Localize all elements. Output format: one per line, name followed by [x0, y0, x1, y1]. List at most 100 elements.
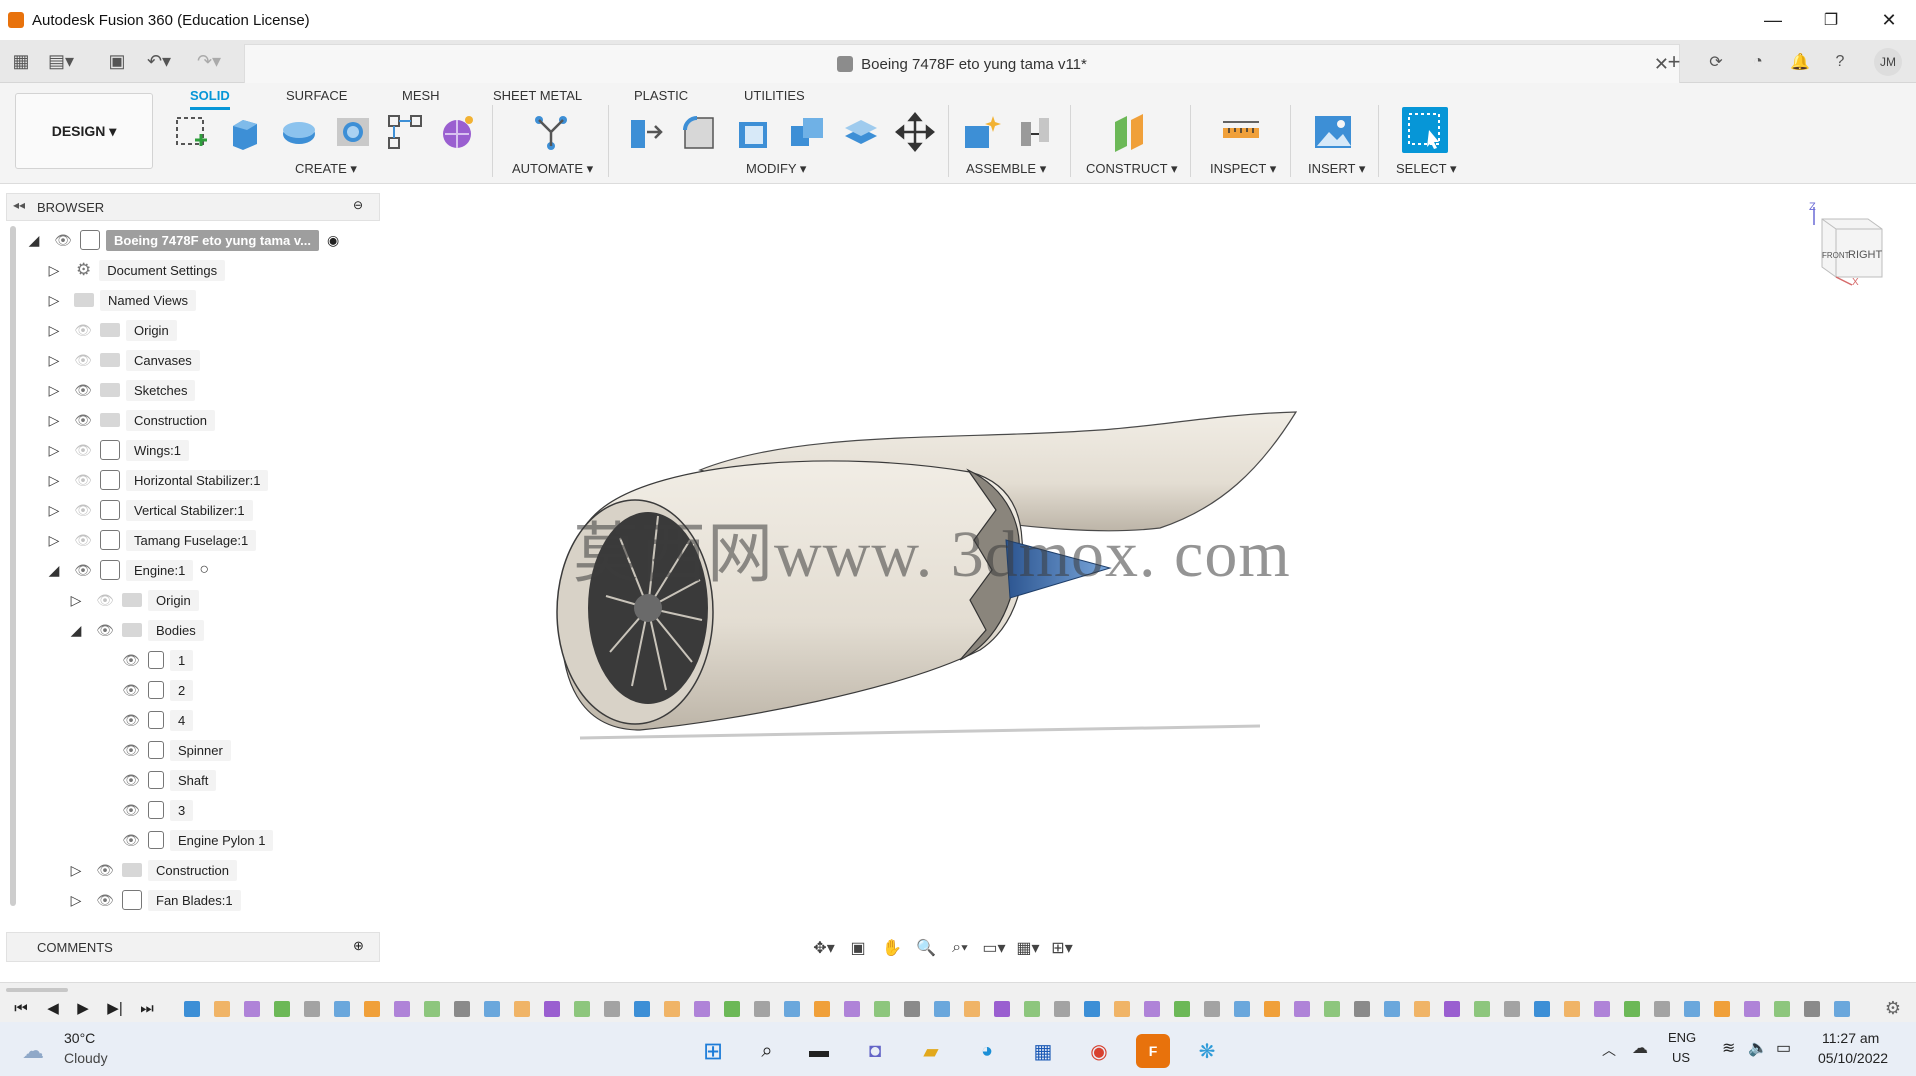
shell-icon[interactable]: [732, 111, 774, 153]
tree-item-vertical-stabilizer[interactable]: ▷ 👁 Vertical Stabilizer:1: [46, 497, 253, 523]
expand-triangle-icon[interactable]: ▷: [46, 442, 62, 458]
chat-icon[interactable]: ◘: [858, 1034, 892, 1068]
visibility-eye-icon[interactable]: 👁: [96, 862, 114, 878]
viewports-icon[interactable]: ⊞▾: [1050, 936, 1074, 960]
timeline-feature-icon[interactable]: [1294, 1001, 1310, 1017]
visibility-eye-icon[interactable]: 👁: [96, 622, 114, 638]
chrome-icon[interactable]: ◉: [1082, 1034, 1116, 1068]
show-hidden-icons-icon[interactable]: ︿: [1602, 1040, 1616, 1060]
edge-browser-icon[interactable]: ◕: [970, 1034, 1004, 1068]
tree-item-wings[interactable]: ▷ 👁 Wings:1: [46, 437, 189, 463]
fillet-icon[interactable]: [678, 111, 720, 153]
timeline-feature-icon[interactable]: [694, 1001, 710, 1017]
look-at-icon[interactable]: ▣: [846, 936, 870, 960]
weather-condition[interactable]: Cloudy: [64, 1050, 108, 1066]
tree-item-engine-origin[interactable]: ▷ 👁 Origin: [68, 587, 199, 613]
user-avatar[interactable]: JM: [1874, 48, 1902, 76]
tree-item-fan-blades[interactable]: ▷ 👁 Fan Blades:1: [68, 887, 241, 913]
timeline-feature-icon[interactable]: [424, 1001, 440, 1017]
file-explorer-icon[interactable]: ▰: [914, 1034, 948, 1068]
move-copy-icon[interactable]: [894, 111, 936, 153]
tree-item-horizontal-stabilizer[interactable]: ▷ 👁 Horizontal Stabilizer:1: [46, 467, 269, 493]
grid-settings-icon[interactable]: ▦▾: [1016, 936, 1040, 960]
tree-item-tamang-fuselage[interactable]: ▷ 👁 Tamang Fuselage:1: [46, 527, 257, 553]
volume-icon[interactable]: 🔈: [1748, 1038, 1768, 1058]
visibility-eye-icon[interactable]: 👁: [54, 232, 72, 248]
visibility-eye-off-icon[interactable]: 👁: [74, 352, 92, 368]
browser-scrollbar[interactable]: [10, 226, 16, 906]
tab-sheet-metal[interactable]: SHEET METAL: [493, 85, 582, 107]
tree-item-body-3[interactable]: 👁 3: [122, 797, 194, 823]
tree-item-engine-pylon[interactable]: 👁 Engine Pylon 1: [122, 827, 274, 853]
battery-icon[interactable]: ▭: [1776, 1038, 1791, 1058]
browser-minimize-icon[interactable]: ⊖: [353, 198, 363, 212]
timeline-scroll[interactable]: [6, 988, 68, 992]
expand-triangle-icon[interactable]: ▷: [46, 292, 62, 308]
timeline-feature-icon[interactable]: [544, 1001, 560, 1017]
visibility-eye-icon[interactable]: 👁: [122, 802, 140, 818]
tree-root[interactable]: ◢ 👁 Boeing 7478F eto yung tama v... ◉: [26, 227, 339, 253]
collapse-browser-icon[interactable]: ◂◂: [13, 198, 25, 212]
timeline-feature-icon[interactable]: [604, 1001, 620, 1017]
timeline-feature-icon[interactable]: [574, 1001, 590, 1017]
timeline-settings-gear-icon[interactable]: ⚙: [1882, 997, 1904, 1019]
timeline-feature-icon[interactable]: [1834, 1001, 1850, 1017]
timeline-feature-icon[interactable]: [1534, 1001, 1550, 1017]
timeline-feature-icon[interactable]: [724, 1001, 740, 1017]
viewcube-front-face[interactable]: FRONT: [1822, 251, 1850, 260]
timeline-feature-icon[interactable]: [304, 1001, 320, 1017]
visibility-eye-off-icon[interactable]: 👁: [74, 322, 92, 338]
timeline-feature-icon[interactable]: [814, 1001, 830, 1017]
combine-icon[interactable]: [786, 111, 828, 153]
activate-radio-icon[interactable]: ○: [199, 561, 209, 579]
timeline-feature-icon[interactable]: [1744, 1001, 1760, 1017]
visibility-eye-icon[interactable]: 👁: [96, 892, 114, 908]
fit-zoom-icon[interactable]: ⌕▾: [948, 936, 972, 960]
cloud-weather-icon[interactable]: ☁: [22, 1038, 44, 1064]
visibility-eye-off-icon[interactable]: 👁: [74, 502, 92, 518]
save-icon[interactable]: ▣: [104, 48, 130, 74]
zoom-icon[interactable]: 🔍: [914, 936, 938, 960]
expand-triangle-icon[interactable]: ▷: [46, 382, 62, 398]
timeline-feature-icon[interactable]: [1564, 1001, 1580, 1017]
tree-item-shaft[interactable]: 👁 Shaft: [122, 767, 217, 793]
tree-item-engine[interactable]: ◢ 👁 Engine:1 ○: [46, 557, 209, 583]
tab-solid[interactable]: SOLID: [190, 85, 230, 110]
timeline-feature-icon[interactable]: [1234, 1001, 1250, 1017]
new-tab-icon[interactable]: +: [1660, 48, 1688, 76]
timeline-feature-icon[interactable]: [1114, 1001, 1130, 1017]
visibility-eye-icon[interactable]: 👁: [122, 832, 140, 848]
search-icon[interactable]: ⌕: [750, 1034, 784, 1068]
tab-mesh[interactable]: MESH: [402, 85, 440, 107]
viewcube-right-face[interactable]: RIGHT: [1848, 249, 1882, 261]
input-region[interactable]: US: [1672, 1050, 1690, 1065]
construct-menu[interactable]: CONSTRUCT ▾: [1086, 161, 1178, 177]
clock-time[interactable]: 11:27 am: [1822, 1030, 1879, 1046]
measure-icon[interactable]: [1220, 111, 1262, 153]
viewcube[interactable]: Z FRONT RIGHT X: [1808, 201, 1888, 289]
visibility-eye-icon[interactable]: 👁: [122, 682, 140, 698]
timeline-feature-icon[interactable]: [784, 1001, 800, 1017]
paint-app-icon[interactable]: ❋: [1190, 1034, 1224, 1068]
timeline-feature-icon[interactable]: [364, 1001, 380, 1017]
timeline-feature-icon[interactable]: [1054, 1001, 1070, 1017]
timeline-feature-icon[interactable]: [634, 1001, 650, 1017]
timeline-feature-icon[interactable]: [664, 1001, 680, 1017]
expand-triangle-icon[interactable]: ▷: [68, 892, 84, 908]
expand-triangle-icon[interactable]: ▷: [46, 262, 62, 278]
expand-triangle-icon[interactable]: ▷: [46, 472, 62, 488]
collapse-triangle-icon[interactable]: ◢: [46, 562, 62, 578]
close-button[interactable]: ✕: [1860, 0, 1916, 40]
revolve-icon[interactable]: [278, 111, 320, 153]
automate-icon[interactable]: [530, 111, 572, 153]
timeline-feature-icon[interactable]: [334, 1001, 350, 1017]
microsoft-store-icon[interactable]: ▦: [1026, 1034, 1060, 1068]
tree-item-document-settings[interactable]: ▷ ⚙ Document Settings: [46, 257, 226, 283]
play-icon[interactable]: ▶: [72, 997, 94, 1019]
step-back-icon[interactable]: ◀: [42, 997, 64, 1019]
input-language[interactable]: ENG: [1668, 1030, 1696, 1045]
expand-triangle-icon[interactable]: ▷: [68, 862, 84, 878]
automate-menu[interactable]: AUTOMATE ▾: [512, 161, 593, 177]
redo-icon[interactable]: ↷▾: [196, 48, 222, 74]
timeline-feature-icon[interactable]: [1774, 1001, 1790, 1017]
